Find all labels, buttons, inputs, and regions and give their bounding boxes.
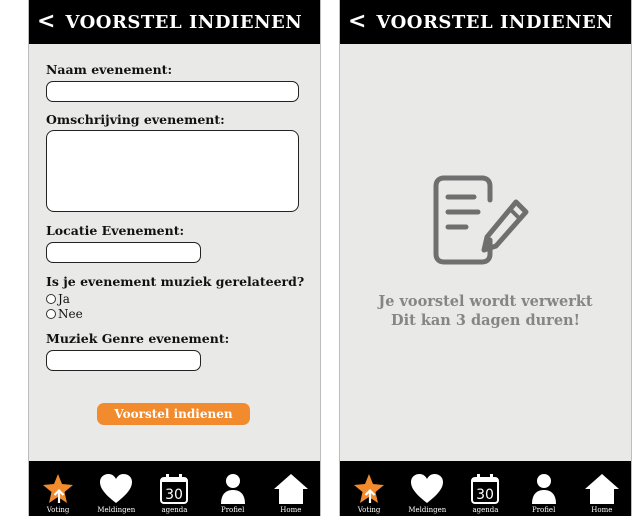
proposal-form-screen: < VOORSTEL INDIENEN Naam evenement: Omsc… (28, 0, 321, 516)
nav-label-voting: Voting (357, 506, 381, 514)
heart-icon (411, 474, 444, 503)
calendar-day: 30 (166, 487, 184, 503)
nav-item-meldingen[interactable]: Meldingen (399, 473, 455, 514)
document-edit-icon (433, 175, 529, 265)
event-description-textarea[interactable] (46, 130, 299, 212)
radio-option-ja[interactable]: Ja (46, 292, 70, 306)
heart-icon (100, 474, 133, 503)
back-button[interactable]: < (348, 11, 366, 33)
confirmation-line-2: Dit kan 3 dagen duren! (391, 312, 580, 329)
nav-label-meldingen: Meldingen (97, 506, 136, 514)
event-location-input[interactable] (46, 242, 201, 263)
radio-label-ja: Ja (58, 292, 70, 306)
nav-label-home: Home (591, 506, 613, 514)
event-location-label: Locatie Evenement: (46, 223, 185, 238)
nav-label-agenda: agenda (472, 506, 499, 514)
bottom-nav: Voting Meldingen 30 agenda Profiel Home (340, 461, 631, 516)
header: < VOORSTEL INDIENEN (29, 0, 320, 44)
nav-item-agenda[interactable]: 30 agenda (146, 473, 202, 514)
calendar-icon: 30 (160, 474, 189, 504)
event-name-label: Naam evenement: (46, 62, 173, 77)
proposal-confirmation-screen: < VOORSTEL INDIENEN Je voorstel wordt ve… (339, 0, 632, 516)
nav-label-agenda: agenda (161, 506, 188, 514)
person-icon (220, 474, 245, 504)
nav-item-agenda[interactable]: 30 agenda (457, 473, 513, 514)
nav-item-voting[interactable]: Voting (341, 473, 397, 514)
calendar-icon: 30 (471, 474, 500, 504)
home-icon (584, 474, 619, 504)
page-title: VOORSTEL INDIENEN (376, 11, 614, 33)
page-title: VOORSTEL INDIENEN (65, 11, 303, 33)
nav-label-voting: Voting (46, 506, 70, 514)
nav-item-home[interactable]: Home (574, 473, 630, 514)
nav-label-home: Home (280, 506, 302, 514)
radio-label-nee: Nee (58, 307, 83, 321)
radio-button-nee[interactable] (46, 309, 56, 319)
nav-item-meldingen[interactable]: Meldingen (88, 473, 144, 514)
confirmation-line-1: Je voorstel wordt verwerkt (378, 293, 593, 310)
nav-item-voting[interactable]: Voting (30, 473, 86, 514)
star-arrow-icon (43, 474, 74, 503)
nav-item-profiel[interactable]: Profiel (205, 473, 261, 514)
music-question-label: Is je evenement muziek gerelateerd? (46, 274, 305, 289)
nav-item-profiel[interactable]: Profiel (516, 473, 572, 514)
bottom-nav: Voting Meldingen 30 agenda Profiel Home (29, 461, 320, 516)
nav-label-meldingen: Meldingen (408, 506, 447, 514)
person-icon (531, 474, 556, 504)
event-name-input[interactable] (46, 81, 299, 102)
submit-proposal-button[interactable]: Voorstel indienen (97, 403, 250, 425)
home-icon (273, 474, 308, 504)
nav-item-home[interactable]: Home (263, 473, 319, 514)
back-button[interactable]: < (37, 11, 55, 33)
nav-label-profiel: Profiel (220, 506, 245, 514)
radio-button-ja[interactable] (46, 294, 56, 304)
header: < VOORSTEL INDIENEN (340, 0, 631, 44)
radio-option-nee[interactable]: Nee (46, 307, 83, 321)
music-genre-input[interactable] (46, 350, 201, 371)
nav-label-profiel: Profiel (531, 506, 556, 514)
star-arrow-icon (354, 474, 385, 503)
music-genre-label: Muziek Genre evenement: (46, 331, 230, 346)
confirmation-message: Je voorstel wordt verwerkt Dit kan 3 dag… (340, 292, 631, 330)
calendar-day: 30 (477, 487, 495, 503)
event-description-label: Omschrijving evenement: (46, 112, 225, 127)
